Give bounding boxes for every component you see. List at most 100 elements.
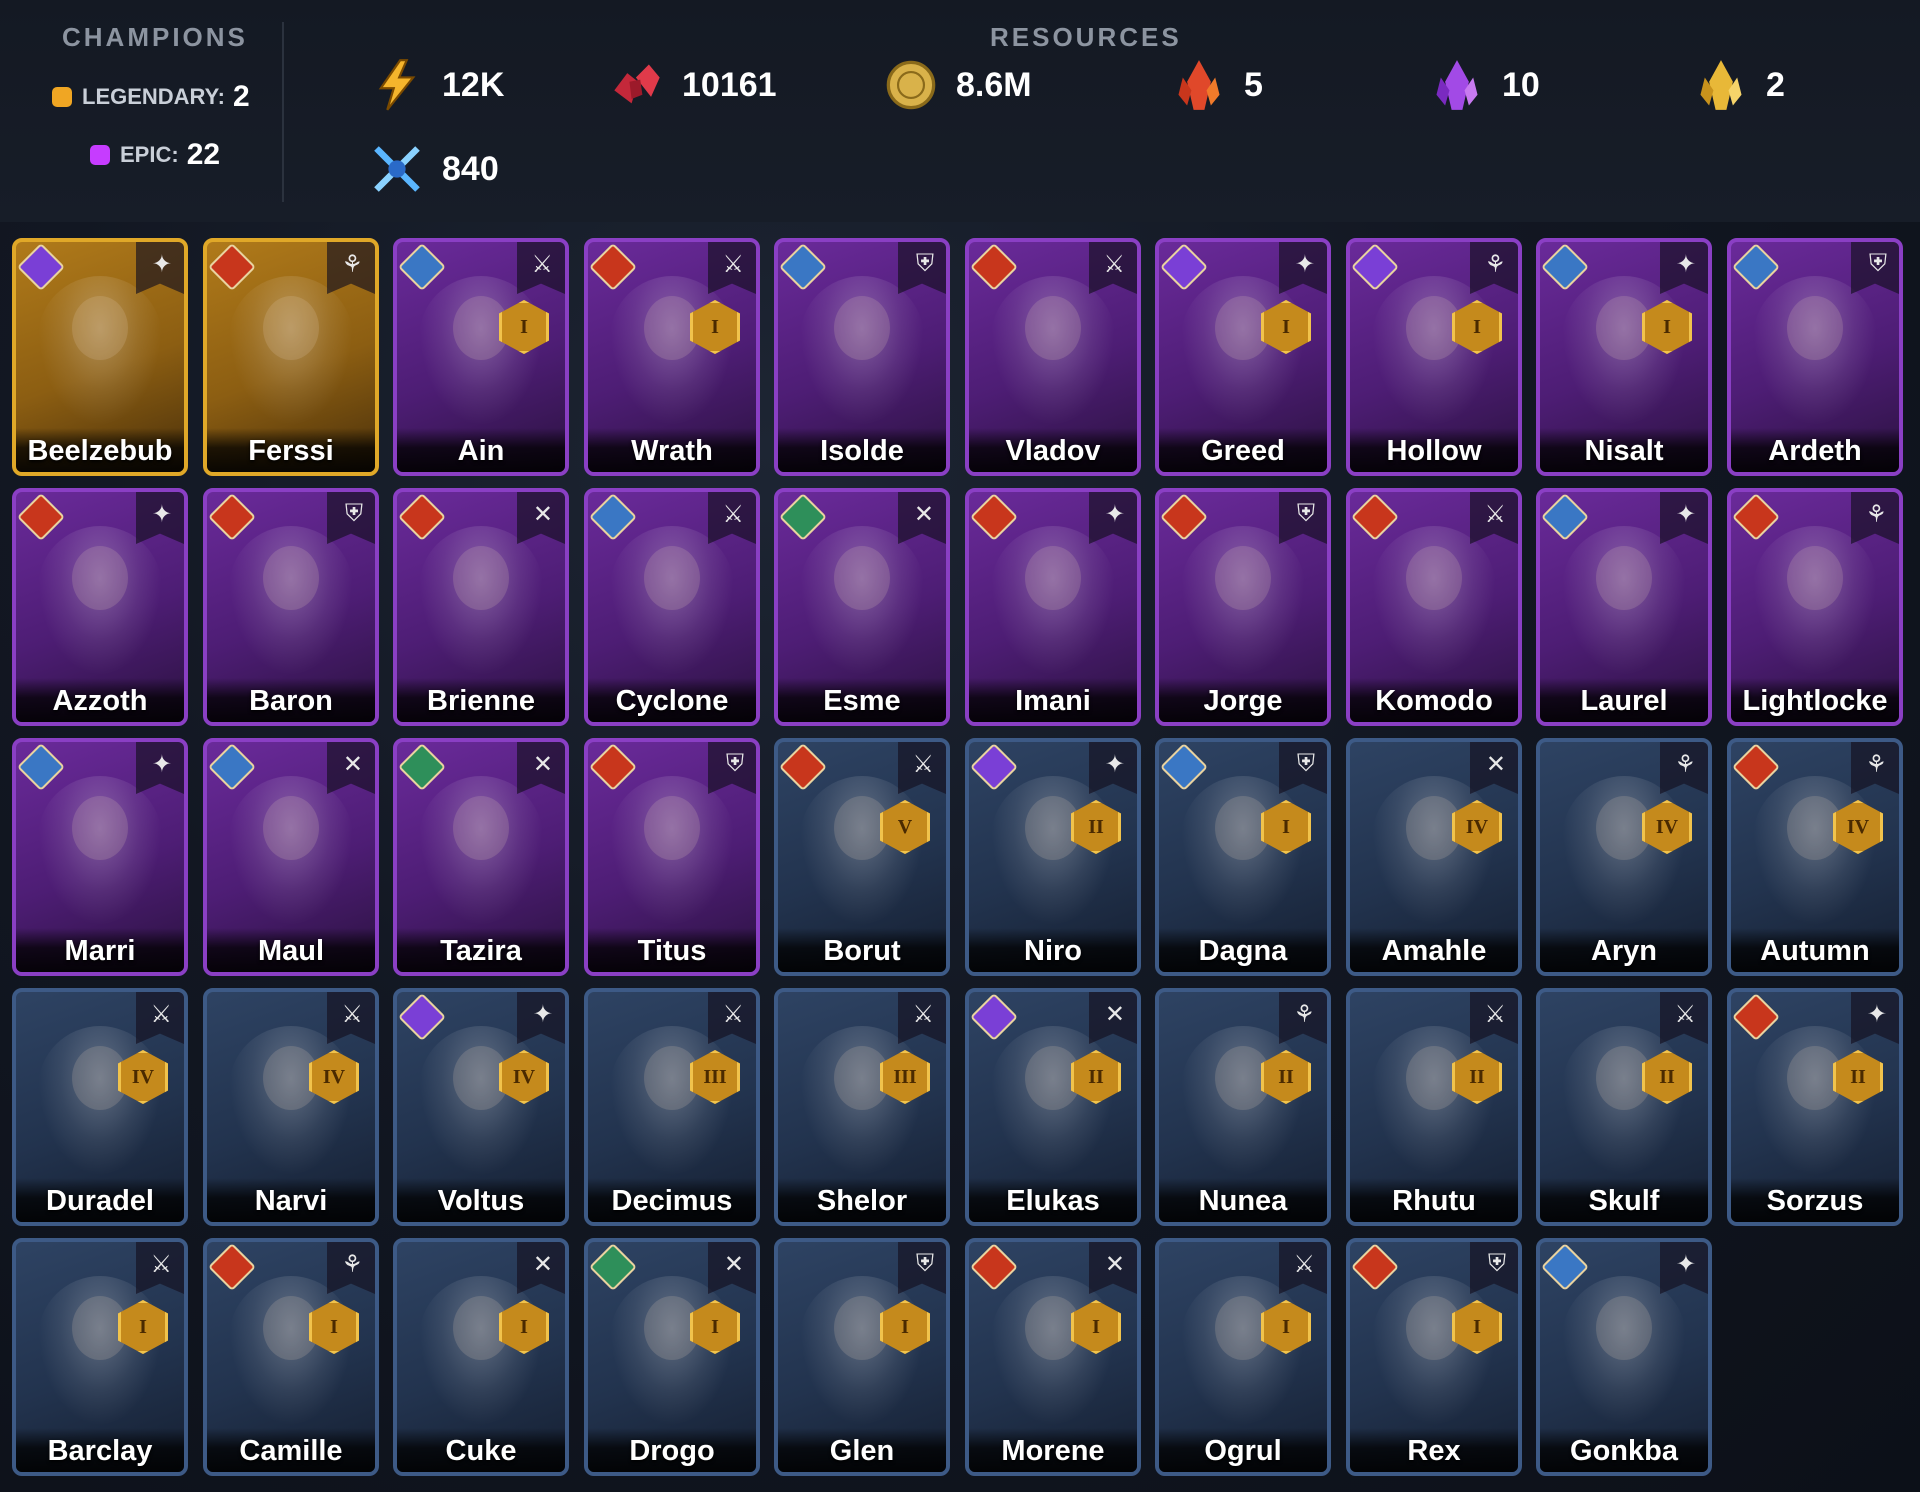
- champion-card[interactable]: ⚔ Cyclone: [584, 488, 760, 726]
- sword-role-icon: ⚔: [722, 251, 744, 278]
- champion-card[interactable]: ✕ II Elukas: [965, 988, 1141, 1226]
- champion-card[interactable]: ⛨ Isolde: [774, 238, 950, 476]
- force-affinity-icon: [969, 492, 1019, 542]
- champion-card[interactable]: ✦ II Sorzus: [1727, 988, 1903, 1226]
- champion-card[interactable]: ⚔ II Rhutu: [1346, 988, 1522, 1226]
- awaken-affinity-icon: [207, 742, 257, 792]
- champion-card[interactable]: ⚔ V Borut: [774, 738, 950, 976]
- champion-card[interactable]: ⚘ I Camille: [203, 1238, 379, 1476]
- rank-numeral: I: [1282, 815, 1290, 838]
- champion-name: Decimus: [611, 1185, 733, 1217]
- champion-card[interactable]: ⚔ Vladov: [965, 238, 1141, 476]
- champion-card[interactable]: ✦ Azzoth: [12, 488, 188, 726]
- champion-card[interactable]: ⛨ Baron: [203, 488, 379, 726]
- champion-card[interactable]: ✕ I Morene: [965, 1238, 1141, 1476]
- sword-star-role-icon: ✦: [1675, 1251, 1696, 1278]
- champion-card[interactable]: ⚔ I Wrath: [584, 238, 760, 476]
- rank-numeral: I: [1663, 315, 1671, 338]
- champion-name: Greed: [1201, 435, 1285, 467]
- force-affinity-icon: [207, 242, 257, 292]
- resource-gold-value: 8.6M: [956, 65, 1032, 104]
- champion-card[interactable]: ⛨ I Rex: [1346, 1238, 1522, 1476]
- crossed-swords-role-icon: ✕: [532, 751, 553, 778]
- champion-card[interactable]: ✦ Marri: [12, 738, 188, 976]
- champion-card[interactable]: ⚘ Lightlocke: [1727, 488, 1903, 726]
- champion-name: Hollow: [1386, 435, 1482, 467]
- champion-card[interactable]: ⚘ IV Aryn: [1536, 738, 1712, 976]
- force-affinity-icon: [16, 492, 66, 542]
- champion-card[interactable]: ✕ I Drogo: [584, 1238, 760, 1476]
- champion-name: Ogrul: [1204, 1435, 1282, 1467]
- champion-card[interactable]: ⛨ Ardeth: [1727, 238, 1903, 476]
- champion-portrait: [610, 776, 734, 926]
- champion-name: Morene: [1001, 1435, 1105, 1467]
- champion-portrait: [229, 276, 353, 426]
- champion-card[interactable]: ⚘ I Hollow: [1346, 238, 1522, 476]
- legendary-dot-icon: [52, 87, 72, 107]
- champion-card[interactable]: ⚔ III Decimus: [584, 988, 760, 1226]
- champion-card[interactable]: ✦ Gonkba: [1536, 1238, 1712, 1476]
- resource-purple-crystal: 10: [1430, 58, 1540, 112]
- champion-card[interactable]: ✕ IV Amahle: [1346, 738, 1522, 976]
- champion-card[interactable]: ✦ II Niro: [965, 738, 1141, 976]
- champion-name: Ain: [457, 435, 505, 467]
- champion-card[interactable]: ⚔ I Ain: [393, 238, 569, 476]
- champion-card[interactable]: ⚔ IV Narvi: [203, 988, 379, 1226]
- champion-name: Maul: [257, 935, 325, 967]
- shield-role-icon: ⛨: [1297, 500, 1315, 527]
- champion-card[interactable]: ⚔ III Shelor: [774, 988, 950, 1226]
- champion-name: Camille: [239, 1435, 343, 1467]
- champion-card[interactable]: ✦ Imani: [965, 488, 1141, 726]
- champion-card[interactable]: ✦ Beelzebub: [12, 238, 188, 476]
- champion-portrait: [419, 776, 543, 926]
- sword-star-role-icon: ✦: [151, 751, 172, 778]
- rank-numeral: II: [1088, 1065, 1104, 1088]
- champion-card[interactable]: ✕ Tazira: [393, 738, 569, 976]
- champion-card[interactable]: ✦ I Nisalt: [1536, 238, 1712, 476]
- champion-name: Sorzus: [1766, 1185, 1864, 1217]
- arena-swords-icon: [374, 146, 420, 192]
- champion-card[interactable]: ⚔ I Barclay: [12, 1238, 188, 1476]
- champion-card[interactable]: ⚔ II Skulf: [1536, 988, 1712, 1226]
- resource-gold: 8.6M: [884, 58, 1032, 112]
- crossed-swords-role-icon: ✕: [532, 501, 553, 528]
- champion-card[interactable]: ⚘ IV Autumn: [1727, 738, 1903, 976]
- hands-role-icon: ⚘: [1674, 751, 1696, 778]
- sword-star-role-icon: ✦: [1866, 1001, 1887, 1028]
- sword-star-role-icon: ✦: [532, 1001, 553, 1028]
- force-affinity-icon: [1731, 742, 1781, 792]
- champion-card[interactable]: ⚔ I Ogrul: [1155, 1238, 1331, 1476]
- champion-portrait: [38, 276, 162, 426]
- champion-card[interactable]: ⛨ Titus: [584, 738, 760, 976]
- champion-card[interactable]: ⚘ II Nunea: [1155, 988, 1331, 1226]
- champion-card[interactable]: ⛨ I Glen: [774, 1238, 950, 1476]
- champion-name: Titus: [637, 935, 707, 967]
- red-crystal-icon: [1178, 60, 1220, 110]
- sword-star-role-icon: ✦: [151, 251, 172, 278]
- champion-card[interactable]: ✕ Esme: [774, 488, 950, 726]
- champion-portrait: [1372, 526, 1496, 676]
- champion-card[interactable]: ⛨ Jorge: [1155, 488, 1331, 726]
- champion-card[interactable]: ✕ Brienne: [393, 488, 569, 726]
- rank-numeral: II: [1088, 815, 1104, 838]
- champion-card[interactable]: ⚔ IV Duradel: [12, 988, 188, 1226]
- spirit-affinity-icon: [397, 742, 447, 792]
- sword-role-icon: ⚔: [912, 1001, 934, 1028]
- champion-name: Komodo: [1375, 685, 1493, 717]
- awaken-affinity-icon: [778, 242, 828, 292]
- champion-card[interactable]: ✦ IV Voltus: [393, 988, 569, 1226]
- champion-card[interactable]: ✕ I Cuke: [393, 1238, 569, 1476]
- champion-card[interactable]: ✕ Maul: [203, 738, 379, 976]
- champion-card[interactable]: ⚔ Komodo: [1346, 488, 1522, 726]
- resource-red-crystal: 5: [1172, 58, 1263, 112]
- sword-role-icon: ⚔: [912, 751, 934, 778]
- champion-name: Beelzebub: [27, 435, 173, 467]
- sword-role-icon: ⚔: [150, 1001, 172, 1028]
- header-bar: CHAMPIONS LEGENDARY: 2 EPIC: 22 RESOURCE…: [0, 0, 1920, 222]
- champion-name: Tazira: [440, 935, 522, 967]
- champion-card[interactable]: ✦ Laurel: [1536, 488, 1712, 726]
- champion-card[interactable]: ✦ I Greed: [1155, 238, 1331, 476]
- champion-card[interactable]: ⛨ I Dagna: [1155, 738, 1331, 976]
- sword-star-role-icon: ✦: [1104, 501, 1125, 528]
- champion-card[interactable]: ⚘ Ferssi: [203, 238, 379, 476]
